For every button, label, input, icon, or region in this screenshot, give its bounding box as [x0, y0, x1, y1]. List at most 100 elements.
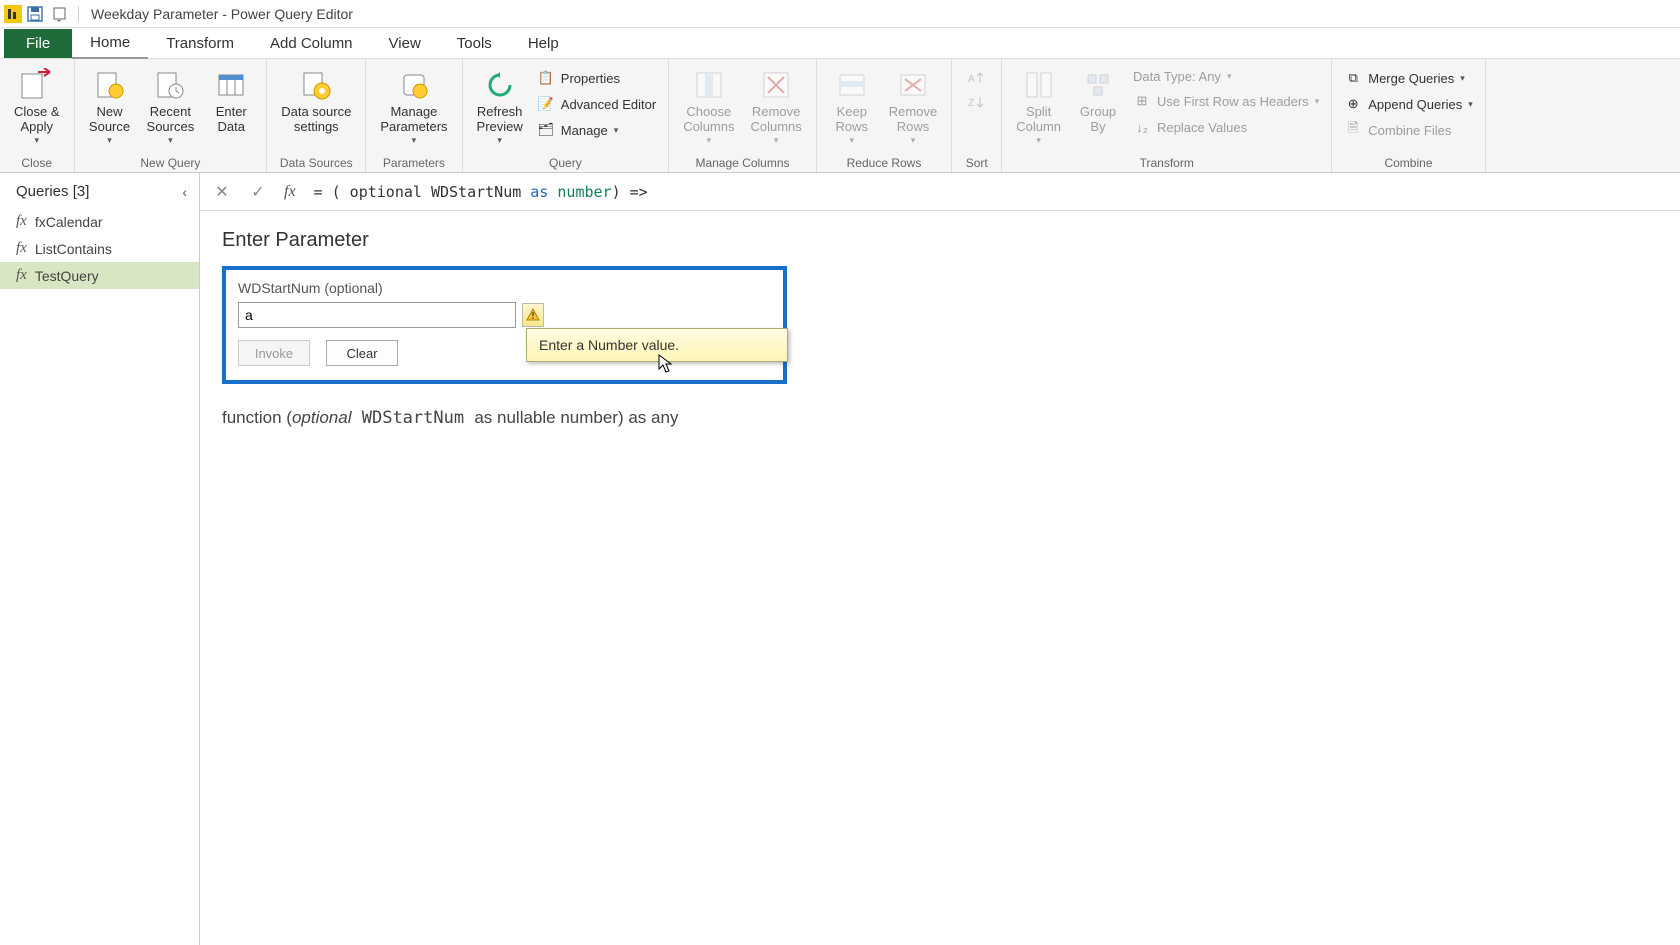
ribbon: Close & Apply ▾ Close New Source ▾ Recen…	[0, 58, 1680, 173]
remove-columns-icon	[758, 67, 794, 103]
combine-files-icon: 🗎	[1344, 121, 1362, 139]
ribbon-group-transform: Split Column ▾ Group By Data Type: Any ▾…	[1002, 59, 1332, 172]
group-label-close: Close	[8, 154, 66, 170]
remove-columns-button: Remove Columns ▾	[744, 63, 807, 150]
queries-pane: Queries [3] ‹ fxfxCalendar fxListContain…	[0, 173, 200, 945]
refresh-icon	[482, 67, 518, 103]
tab-add-column[interactable]: Add Column	[252, 29, 371, 58]
merge-icon: ⧉	[1344, 69, 1362, 87]
query-item-listcontains[interactable]: fxListContains	[0, 235, 199, 262]
replace-icon: ↓₂	[1133, 118, 1151, 136]
properties-button[interactable]: 📋Properties	[533, 67, 660, 89]
svg-text:A: A	[968, 74, 975, 85]
app-icon	[4, 5, 22, 23]
tab-transform[interactable]: Transform	[148, 29, 252, 58]
menu-bar: File Home Transform Add Column View Tool…	[0, 28, 1680, 58]
ribbon-group-sort: A Z Sort	[952, 59, 1002, 172]
close-apply-label: Close & Apply	[14, 105, 60, 135]
manage-parameters-button[interactable]: Manage Parameters ▾	[374, 63, 453, 150]
tab-help[interactable]: Help	[510, 29, 577, 58]
enter-data-button[interactable]: Enter Data	[204, 63, 258, 139]
parameter-input[interactable]	[238, 302, 516, 328]
combine-files-button: 🗎Combine Files	[1340, 119, 1476, 141]
keep-rows-button: Keep Rows ▾	[825, 63, 879, 150]
title-bar: Weekday Parameter - Power Query Editor	[0, 0, 1680, 28]
formula-bar: ✕ ✓ fx = ( optional WDStartNum as number…	[200, 173, 1680, 211]
chevron-down-icon: ▾	[168, 135, 173, 146]
recent-sources-icon	[152, 67, 188, 103]
function-signature: function (optional WDStartNum as nullabl…	[222, 408, 1658, 428]
data-source-settings-button[interactable]: Data source settings	[275, 63, 357, 139]
tab-home[interactable]: Home	[72, 28, 148, 59]
cancel-formula-icon[interactable]: ✕	[208, 178, 236, 206]
query-item-testquery[interactable]: fxTestQuery	[0, 262, 199, 289]
sort-desc-button: Z	[968, 93, 986, 111]
content-area: Enter Parameter WDStartNum (optional) En…	[200, 211, 1680, 446]
ribbon-group-query: Refresh Preview ▾ 📋Properties 📝Advanced …	[463, 59, 670, 172]
clear-button[interactable]: Clear	[326, 340, 398, 366]
chevron-down-icon: ▾	[107, 135, 112, 146]
group-by-icon	[1080, 67, 1116, 103]
fx-label-icon: fx	[284, 183, 296, 201]
chevron-down-icon: ▾	[497, 135, 502, 146]
fx-icon: fx	[16, 213, 27, 230]
formula-text[interactable]: = ( optional WDStartNum as number) =>	[304, 183, 1672, 201]
tab-tools[interactable]: Tools	[439, 29, 510, 58]
chevron-down-icon: ▾	[412, 135, 417, 146]
svg-text:Z: Z	[968, 98, 974, 109]
advanced-editor-button[interactable]: 📝Advanced Editor	[533, 93, 660, 115]
fx-icon: fx	[16, 240, 27, 257]
close-apply-icon	[19, 67, 55, 103]
sort-asc-button: A	[968, 69, 986, 87]
ribbon-group-reduce-rows: Keep Rows ▾ Remove Rows ▾ Reduce Rows	[817, 59, 952, 172]
split-column-button: Split Column ▾	[1010, 63, 1067, 150]
headers-icon: ⊞	[1133, 92, 1151, 110]
ribbon-group-parameters: Manage Parameters ▾ Parameters	[366, 59, 462, 172]
tab-file[interactable]: File	[4, 29, 72, 58]
queries-header: Queries [3] ‹	[0, 173, 199, 208]
separator	[78, 6, 79, 22]
remove-rows-icon	[895, 67, 931, 103]
warning-icon[interactable]	[522, 303, 544, 327]
recent-sources-button[interactable]: Recent Sources ▾	[141, 63, 201, 150]
replace-values-button: ↓₂Replace Values	[1129, 116, 1323, 138]
manage-parameters-icon	[396, 67, 432, 103]
new-source-icon	[92, 67, 128, 103]
group-by-button: Group By	[1071, 63, 1125, 139]
query-item-fxcalendar[interactable]: fxfxCalendar	[0, 208, 199, 235]
save-icon[interactable]	[25, 4, 45, 24]
workspace: Queries [3] ‹ fxfxCalendar fxListContain…	[0, 173, 1680, 945]
enter-parameter-heading: Enter Parameter	[222, 229, 1658, 252]
append-icon: ⊕	[1344, 95, 1362, 113]
window-title: Weekday Parameter - Power Query Editor	[91, 6, 353, 22]
merge-queries-button[interactable]: ⧉Merge Queries ▾	[1340, 67, 1476, 89]
fx-icon: fx	[16, 267, 27, 284]
append-queries-button[interactable]: ⊕Append Queries ▾	[1340, 93, 1476, 115]
invoke-button: Invoke	[238, 340, 310, 366]
advanced-editor-icon: 📝	[537, 95, 555, 113]
parameter-label: WDStartNum (optional)	[238, 280, 771, 296]
qat-dropdown-icon[interactable]	[51, 4, 71, 24]
main-area: ✕ ✓ fx = ( optional WDStartNum as number…	[200, 173, 1680, 945]
ribbon-group-close: Close & Apply ▾ Close	[0, 59, 75, 172]
tab-view[interactable]: View	[371, 29, 439, 58]
enter-data-icon	[213, 67, 249, 103]
manage-icon: 🗂	[537, 121, 555, 139]
close-apply-button[interactable]: Close & Apply ▾	[8, 63, 66, 150]
chevron-down-icon: ▾	[35, 135, 40, 146]
ribbon-group-new-query: New Source ▾ Recent Sources ▾ Enter Data…	[75, 59, 268, 172]
validation-tooltip: Enter a Number value.	[526, 328, 788, 362]
commit-formula-icon[interactable]: ✓	[244, 178, 272, 206]
collapse-pane-icon[interactable]: ‹	[182, 184, 187, 200]
ribbon-group-combine: ⧉Merge Queries ▾ ⊕Append Queries ▾ 🗎Comb…	[1332, 59, 1485, 172]
refresh-preview-button[interactable]: Refresh Preview ▾	[471, 63, 529, 150]
new-source-button[interactable]: New Source ▾	[83, 63, 137, 150]
manage-button[interactable]: 🗂Manage ▾	[533, 119, 660, 141]
choose-columns-icon	[691, 67, 727, 103]
data-source-settings-icon	[298, 67, 334, 103]
keep-rows-icon	[834, 67, 870, 103]
split-column-icon	[1021, 67, 1057, 103]
parameter-box: WDStartNum (optional) Enter a Number val…	[222, 266, 787, 384]
properties-icon: 📋	[537, 69, 555, 87]
sort-desc-icon: Z	[968, 93, 986, 111]
